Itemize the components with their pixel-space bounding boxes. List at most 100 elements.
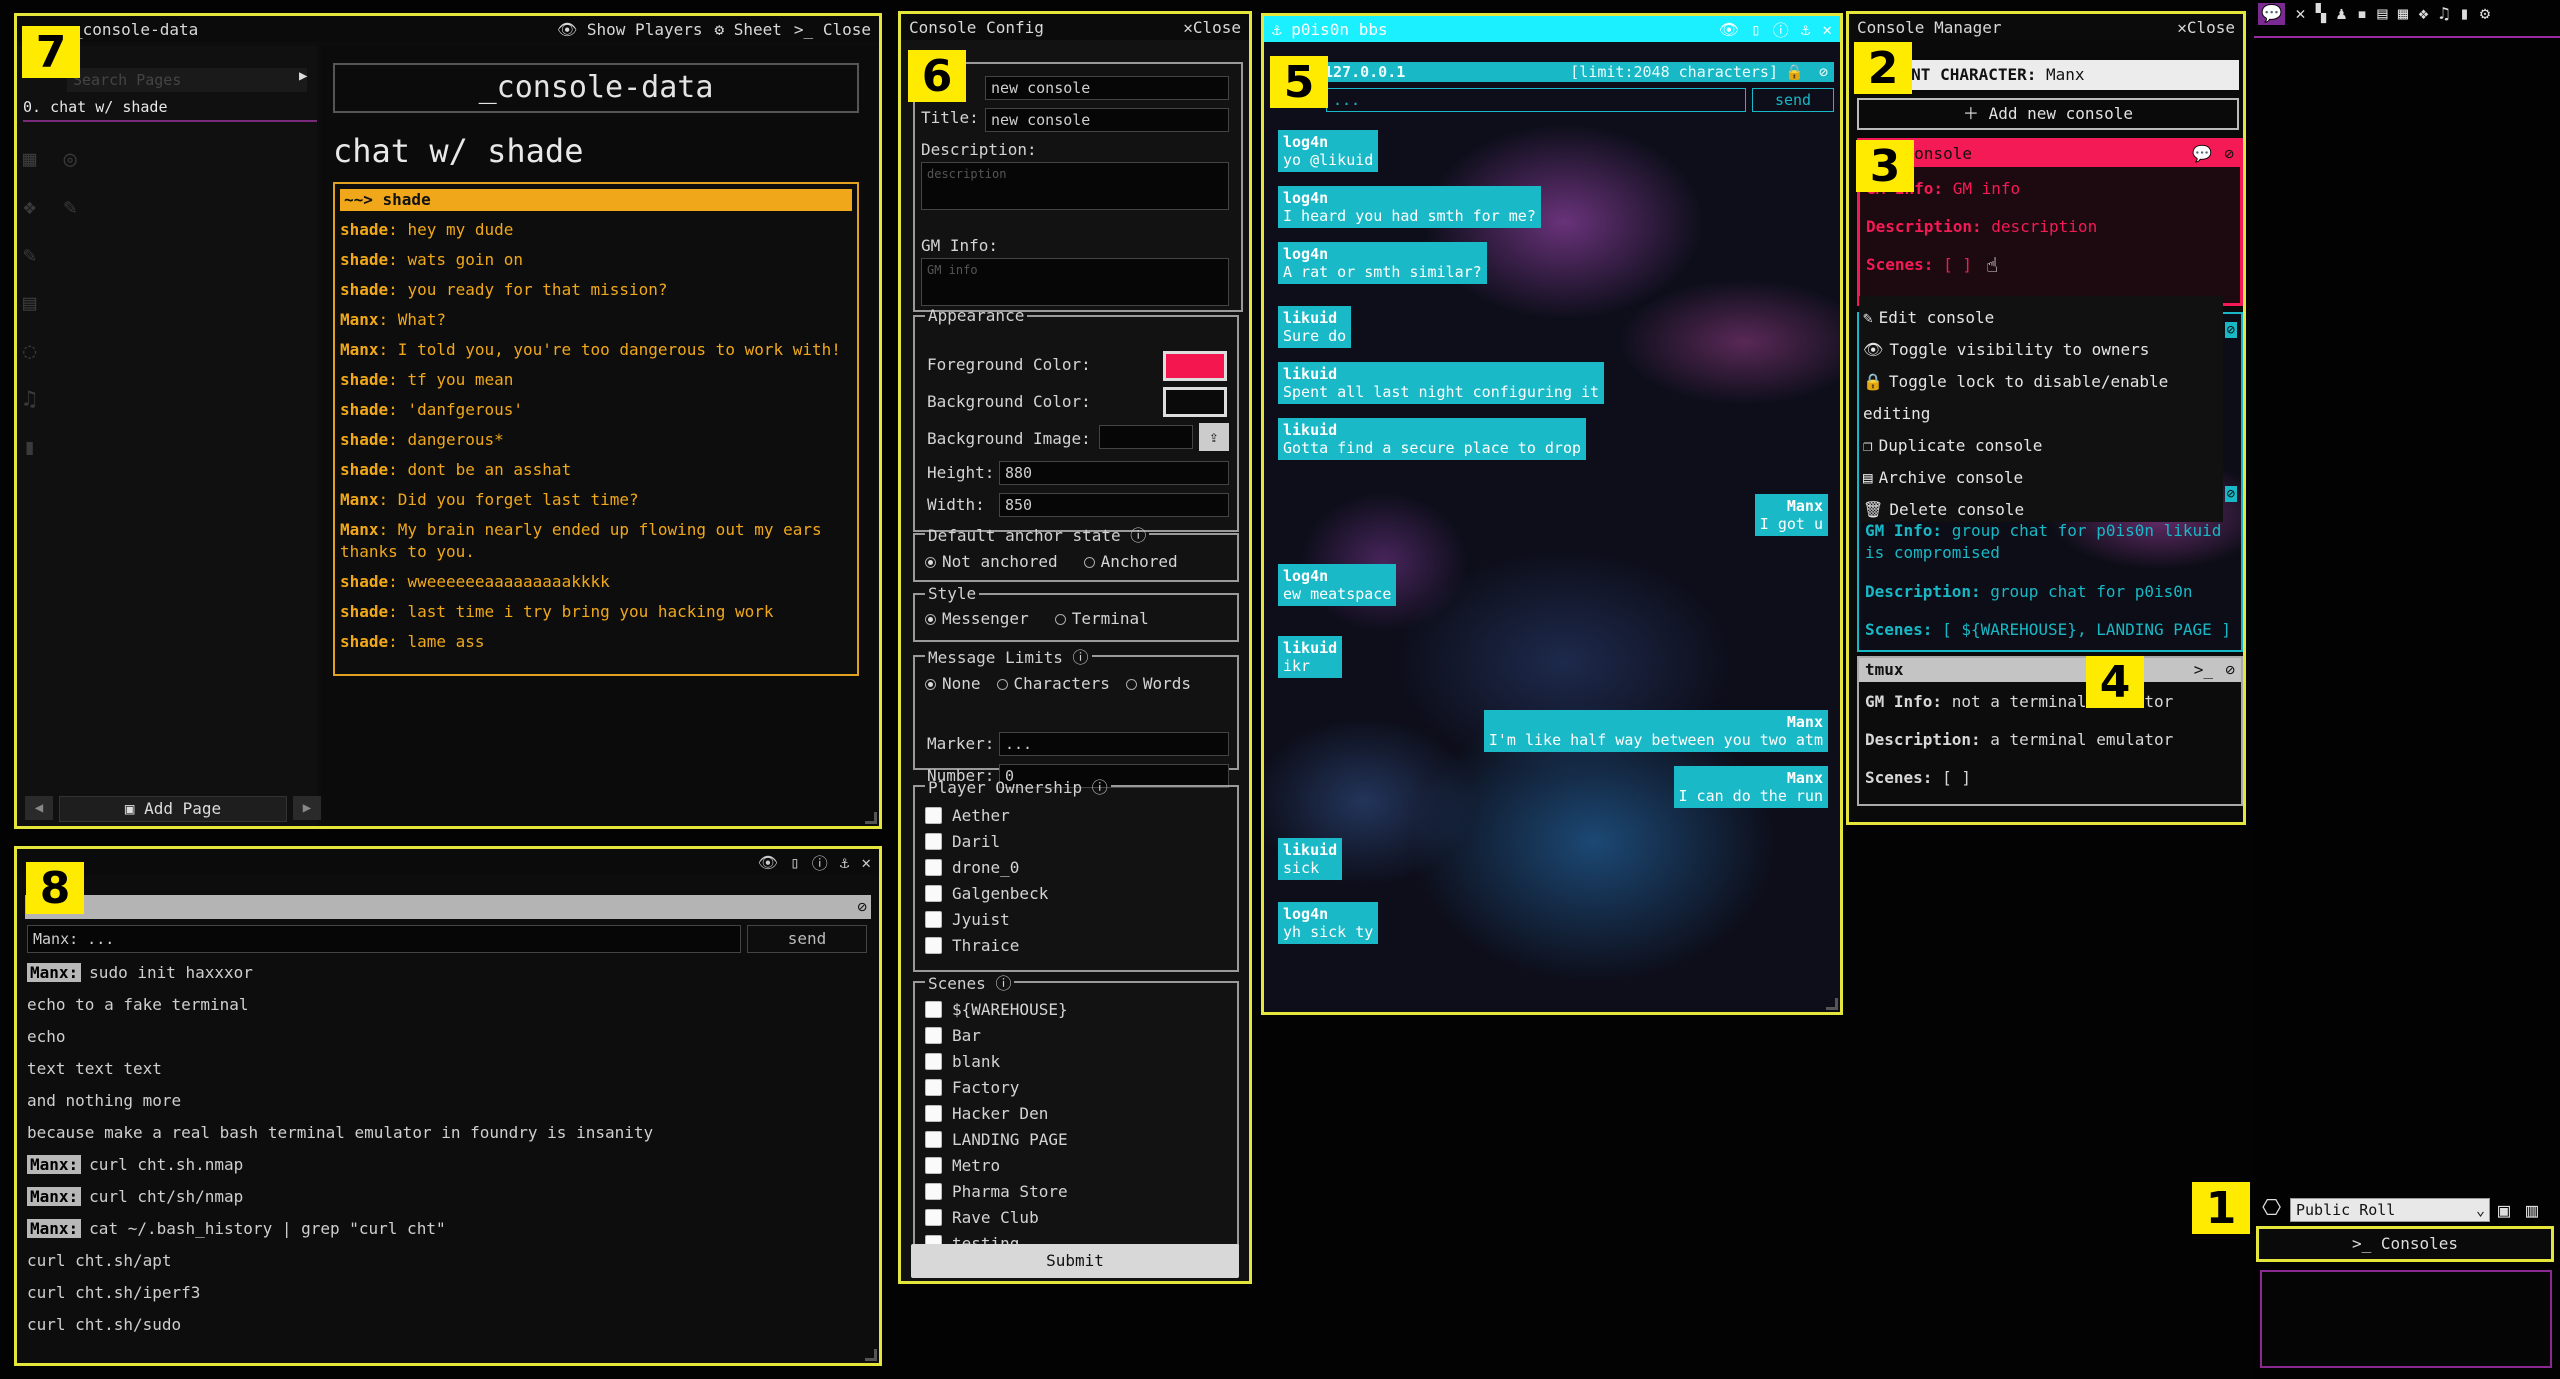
scene-checkbox[interactable]: [925, 1156, 942, 1174]
terminal-icon[interactable]: >_: [2194, 658, 2213, 682]
scene-checkbox[interactable]: [925, 1208, 942, 1226]
bbs-header[interactable]: ⚓ p0is0n bbs 👁 ▯ ⓘ ⚓ ✕: [1264, 16, 1840, 42]
items-tab-icon[interactable]: ▪: [2357, 4, 2367, 24]
player-checkbox-row[interactable]: Daril: [925, 828, 1227, 854]
limit-none-radio[interactable]: None: [925, 674, 981, 693]
player-checkbox[interactable]: [925, 806, 942, 824]
config-header[interactable]: Console Config ✕Close: [901, 14, 1249, 40]
scene-checkbox[interactable]: [925, 1078, 942, 1096]
player-checkbox[interactable]: [925, 910, 942, 928]
settings-tab-icon[interactable]: ⚙: [2480, 4, 2490, 24]
player-checkbox-row[interactable]: drone_0: [925, 854, 1227, 880]
grid-icon[interactable]: ▤: [23, 280, 103, 328]
visibility-icon[interactable]: ⊘: [2225, 658, 2235, 682]
menu-item-toggle-lock[interactable]: 🔒 Toggle lock to disable/enable editing: [1859, 366, 2223, 430]
config-close-button[interactable]: ✕Close: [1183, 18, 1241, 37]
trash-icon[interactable]: ▥: [2526, 1198, 2538, 1222]
scene-checkbox[interactable]: [925, 1000, 942, 1018]
fg-color-swatch[interactable]: [1163, 351, 1227, 381]
scene-checkbox-row[interactable]: blank: [925, 1048, 1227, 1074]
manager-close-button[interactable]: ✕Close: [2177, 18, 2235, 37]
title-input[interactable]: new console: [985, 108, 1229, 132]
close-icon[interactable]: ✕: [861, 853, 871, 872]
limit-characters-radio[interactable]: Characters: [996, 674, 1110, 693]
next-page-button[interactable]: ▶: [293, 796, 321, 820]
chat-message-input[interactable]: [2260, 1270, 2552, 1368]
scene-checkbox-row[interactable]: Rave Club: [925, 1204, 1227, 1230]
player-checkbox-row[interactable]: Jyuist: [925, 906, 1227, 932]
terminal-input[interactable]: Manx: ...: [27, 925, 741, 953]
pencil-icon[interactable]: ✎: [23, 232, 103, 280]
description-textarea[interactable]: description: [921, 162, 1229, 210]
roll-mode-select[interactable]: Public Roll ⌄: [2290, 1198, 2490, 1222]
resize-handle[interactable]: [1826, 998, 1838, 1010]
show-players-button[interactable]: 👁 Show Players: [557, 20, 703, 39]
bookmark-icon[interactable]: ▮: [23, 424, 103, 472]
terminal-header[interactable]: 👁 ▯ ⓘ ⚓ ✕: [17, 849, 879, 875]
not-anchored-radio[interactable]: Not anchored: [925, 552, 1058, 571]
page-entry[interactable]: 0. chat w/ shade: [23, 98, 317, 122]
prev-page-button[interactable]: ◀: [25, 796, 53, 820]
console-card-new-console[interactable]: new console 💬 ⊘ GM Info: GM info Descrip…: [1857, 138, 2243, 306]
info-icon[interactable]: ⓘ: [1092, 778, 1108, 797]
journal-tab-icon[interactable]: ▤: [2377, 4, 2387, 24]
hierarchy-icon[interactable]: ▦ ◎: [23, 136, 103, 184]
limit-words-radio[interactable]: Words: [1125, 674, 1191, 693]
width-input[interactable]: 850: [999, 493, 1229, 517]
visibility-icon[interactable]: ⊘: [857, 897, 867, 916]
playlists-tab-icon[interactable]: ♫: [2439, 4, 2449, 24]
add-new-console-button[interactable]: ＋ Add new console: [1857, 98, 2239, 130]
compendium-tab-icon[interactable]: ▮: [2459, 4, 2469, 24]
visibility-icon[interactable]: ⊘: [2224, 141, 2234, 167]
resize-handle[interactable]: [865, 1349, 877, 1361]
player-checkbox-row[interactable]: Galgenbeck: [925, 880, 1227, 906]
window-header[interactable]: _console-data 👁 Show Players ⚙ Sheet >_ …: [17, 16, 879, 42]
info-icon[interactable]: ⓘ: [1773, 17, 1789, 41]
chat-icon[interactable]: 💬: [2192, 141, 2212, 167]
visibility-icon[interactable]: ⊘: [2224, 322, 2237, 338]
info-icon[interactable]: ⓘ: [995, 974, 1011, 993]
consoles-button[interactable]: >_ Consoles: [2256, 1226, 2554, 1262]
gm-info-textarea[interactable]: GM info: [921, 258, 1229, 306]
tables-tab-icon[interactable]: ▦: [2398, 4, 2408, 24]
collapse-icon[interactable]: ▶: [299, 68, 307, 84]
eye-icon[interactable]: 👁: [758, 853, 778, 872]
lock-icon[interactable]: 🔒: [1785, 62, 1804, 82]
resize-handle[interactable]: [865, 812, 877, 824]
info-icon[interactable]: ⓘ: [1073, 648, 1089, 667]
close-icon[interactable]: ✕: [1822, 20, 1832, 39]
manager-header[interactable]: Console Manager ✕Close: [1849, 14, 2243, 40]
scene-checkbox-row[interactable]: Factory: [925, 1074, 1227, 1100]
info-icon[interactable]: ⓘ: [1130, 526, 1146, 545]
messenger-radio[interactable]: Messenger: [925, 609, 1029, 628]
visibility-icon[interactable]: ⊘: [2224, 486, 2237, 502]
scene-checkbox-row[interactable]: Bar: [925, 1022, 1227, 1048]
eye-icon[interactable]: 👁: [1719, 20, 1739, 39]
terminal-radio[interactable]: Terminal: [1054, 609, 1149, 628]
scene-checkbox[interactable]: [925, 1130, 942, 1148]
player-checkbox-row[interactable]: Thraice: [925, 932, 1227, 958]
search-pages-input[interactable]: Search Pages: [67, 68, 307, 92]
player-checkbox-row[interactable]: Aether: [925, 802, 1227, 828]
player-checkbox[interactable]: [925, 884, 942, 902]
scene-checkbox-row[interactable]: Metro: [925, 1152, 1227, 1178]
scene-checkbox-row[interactable]: Pharma Store: [925, 1178, 1227, 1204]
player-checkbox[interactable]: [925, 858, 942, 876]
player-checkbox[interactable]: [925, 832, 942, 850]
cards-tab-icon[interactable]: ❖: [2418, 4, 2428, 24]
bg-color-swatch[interactable]: [1163, 387, 1227, 417]
sheet-icon[interactable]: ▯: [1751, 20, 1761, 39]
console-card-tmux[interactable]: tmux >_ ⊘ GM Info: not a terminal emulat…: [1857, 656, 2243, 806]
cubes-icon[interactable]: ❖ ✎: [23, 184, 103, 232]
menu-item-duplicate[interactable]: ❐ Duplicate console: [1859, 430, 2223, 462]
scenes-tab-icon[interactable]: ▚: [2316, 4, 2326, 24]
scene-checkbox[interactable]: [925, 1182, 942, 1200]
combat-tab-icon[interactable]: ✕: [2295, 4, 2305, 24]
height-input[interactable]: 880: [999, 461, 1229, 485]
scene-checkbox[interactable]: [925, 1026, 942, 1044]
anchor-icon[interactable]: ⚓: [840, 853, 850, 872]
actors-tab-icon[interactable]: ♟: [2336, 4, 2346, 24]
menu-item-toggle-visibility[interactable]: 👁 Toggle visibility to owners: [1859, 334, 2223, 366]
scene-checkbox[interactable]: [925, 1052, 942, 1070]
player-checkbox[interactable]: [925, 936, 942, 954]
